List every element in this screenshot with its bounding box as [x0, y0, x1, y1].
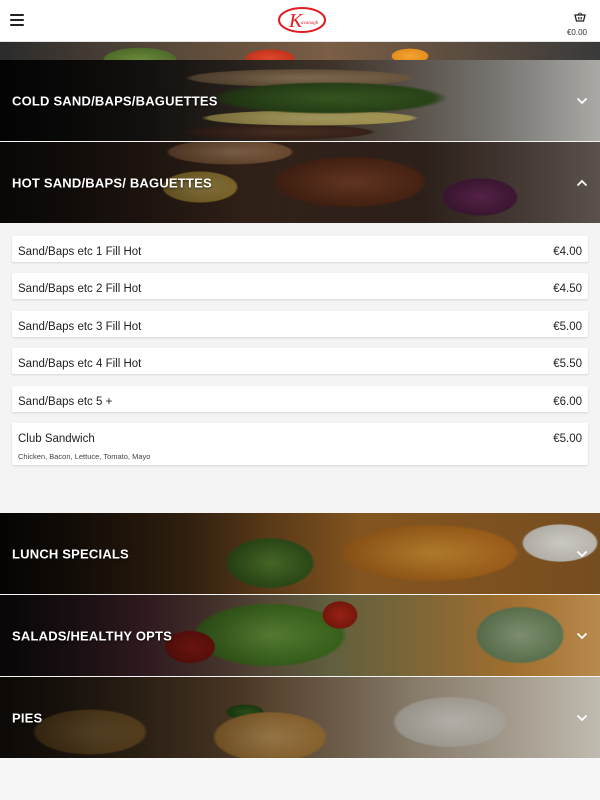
category-title: HOT SAND/BAPS/ BAGUETTES	[12, 175, 212, 190]
menu-item[interactable]: Sand/Baps etc 1 Fill Hot €4.00	[12, 236, 588, 262]
menu-item[interactable]: Sand/Baps etc 2 Fill Hot €4.50	[12, 273, 588, 299]
category-hot-sandwiches[interactable]: HOT SAND/BAPS/ BAGUETTES	[0, 142, 600, 223]
item-name: Sand/Baps etc 3 Fill Hot	[18, 321, 142, 333]
category-pies[interactable]: PIES	[0, 677, 600, 758]
chevron-down-icon	[576, 550, 588, 557]
category-image	[0, 42, 600, 60]
category-partial-banner[interactable]	[0, 42, 600, 60]
menu-item[interactable]: Club Sandwich €5.00 Chicken, Bacon, Lett…	[12, 423, 588, 465]
page-bottom-space	[0, 758, 600, 800]
chevron-down-icon	[576, 714, 588, 721]
item-price: €4.00	[553, 246, 582, 258]
category-title: PIES	[12, 710, 43, 725]
cart-button[interactable]: €0.00	[567, 9, 592, 37]
basket-icon	[574, 12, 586, 22]
hamburger-icon[interactable]	[10, 14, 24, 26]
category-title: COLD SAND/BAPS/BAGUETTES	[12, 93, 218, 108]
chevron-down-icon	[576, 97, 588, 104]
cart-total: €0.00	[566, 28, 588, 37]
brand-logo[interactable]: K avanagh	[277, 6, 327, 34]
item-price: €4.50	[553, 283, 582, 295]
category-cold-sandwiches[interactable]: COLD SAND/BAPS/BAGUETTES	[0, 60, 600, 141]
item-name: Sand/Baps etc 5 +	[18, 396, 113, 408]
category-title: SALADS/HEALTHY OPTS	[12, 628, 173, 643]
item-description: Chicken, Bacon, Lettuce, Tomato, Mayo	[18, 452, 151, 461]
item-price: €6.00	[553, 396, 582, 408]
menu-item[interactable]: Sand/Baps etc 5 + €6.00	[12, 386, 588, 412]
chevron-down-icon	[576, 632, 588, 639]
item-price: €5.00	[553, 433, 582, 445]
top-bar: K avanagh €0.00	[0, 0, 600, 42]
menu-item[interactable]: Sand/Baps etc 3 Fill Hot €5.00	[12, 311, 588, 337]
svg-text:avanagh: avanagh	[301, 21, 319, 26]
item-name: Sand/Baps etc 2 Fill Hot	[18, 283, 142, 295]
category-lunch-specials[interactable]: LUNCH SPECIALS	[0, 513, 600, 594]
item-price: €5.50	[553, 358, 582, 370]
item-name: Sand/Baps etc 4 Fill Hot	[18, 358, 142, 370]
category-title: LUNCH SPECIALS	[12, 546, 129, 561]
menu-item[interactable]: Sand/Baps etc 4 Fill Hot €5.50	[12, 348, 588, 374]
item-name: Sand/Baps etc 1 Fill Hot	[18, 246, 142, 258]
category-salads[interactable]: SALADS/HEALTHY OPTS	[0, 595, 600, 676]
menu-items-list: Sand/Baps etc 1 Fill Hot €4.00 Sand/Baps…	[0, 223, 600, 513]
chevron-up-icon	[576, 179, 588, 186]
item-price: €5.00	[553, 321, 582, 333]
item-name: Club Sandwich	[18, 433, 95, 445]
